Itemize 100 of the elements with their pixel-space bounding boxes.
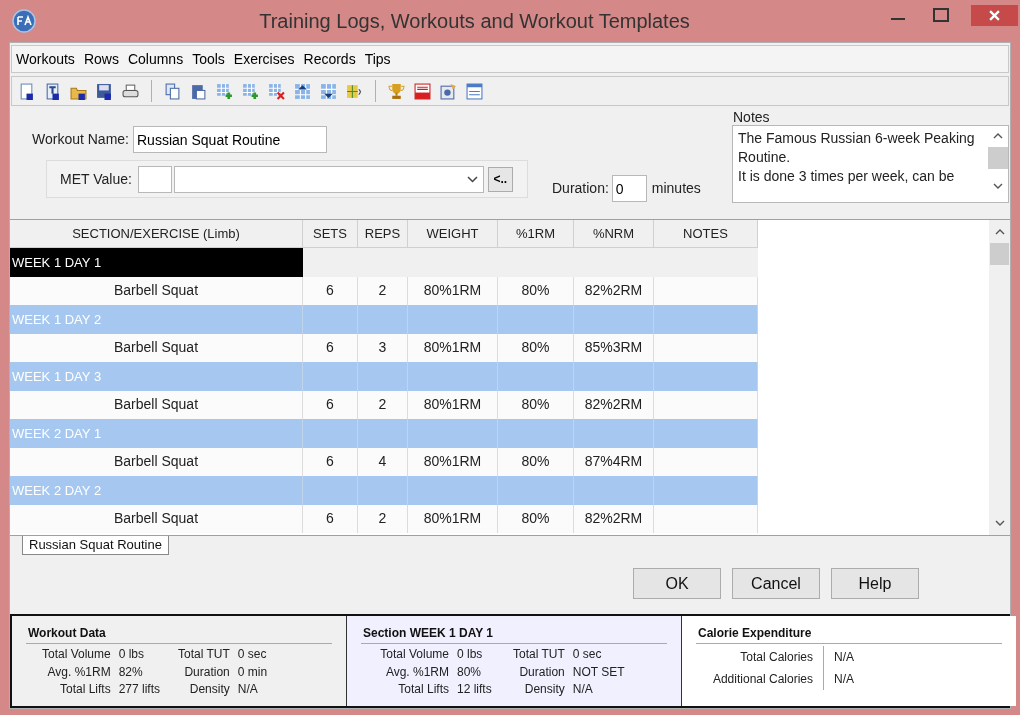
scroll-up-icon[interactable] [994,229,1005,235]
met-value-field[interactable] [137,165,172,193]
stat-label: Duration [183,663,230,681]
stat-value: 0 sec [572,646,603,663]
sheet-tab[interactable]: Russian Squat Routine [22,536,169,555]
panel-title: Workout Data [26,624,332,644]
settings-icon[interactable] [440,82,457,100]
stat-value: N/A [833,649,854,666]
notes-text: The Famous Russian 6-week Peaking Routine. [738,129,976,167]
dialog-button[interactable]: Help [831,568,919,599]
table-cell: 2 [358,504,408,533]
stat-label: Total Lifts [58,681,111,698]
table-cell: 85%3RM [574,333,654,362]
column-header[interactable]: %NRM [574,220,654,248]
stat-value: 82% [118,663,144,681]
stat-label: Density [188,681,230,698]
paste-icon[interactable] [190,82,207,100]
table-cell: 3 [358,333,408,362]
column-header[interactable]: %1RM [498,220,574,248]
dialog-button[interactable]: OK [633,568,721,599]
table-cell: 82%2RM [574,504,654,533]
stat-value: 277 lifts [118,681,162,698]
stat-value: 0 sec [237,646,268,663]
table-cell: 80% [498,447,574,476]
scroll-down-icon[interactable] [993,183,1003,189]
table-cell: 80%1RM [408,333,498,362]
table-cell: 6 [303,333,358,362]
table-cell: 6 [303,504,358,533]
met-picker-button[interactable]: <.. [487,166,513,192]
table-cell: 2 [358,390,408,419]
grid-delete-icon[interactable] [268,82,285,100]
stat-label: Duration [518,663,565,681]
close-button[interactable] [971,4,1018,26]
column-header[interactable]: SETS [303,220,358,248]
menu-item[interactable]: Rows [83,48,119,70]
new-document-icon[interactable] [18,82,35,100]
scrollbar[interactable] [989,220,1010,535]
section-row-cell[interactable]: WEEK 1 DAY 1 [10,248,303,277]
table-cell: 80%1RM [408,276,498,305]
app-logo-icon [12,9,36,33]
field-label: MET Value: [60,169,132,189]
grid-up-icon[interactable] [294,82,311,100]
menu-item[interactable]: Workouts [16,48,75,70]
copy-icon[interactable] [164,82,181,100]
stat-label: Total Volume [40,646,111,663]
stat-value: 0 lbs [118,646,146,663]
panel-title: Section WEEK 1 DAY 1 [361,624,667,644]
menu-item[interactable]: Exercises [233,48,295,70]
stat-label: Total Lifts [397,681,449,698]
notes-text: It is done 3 times per week, can be [738,167,956,186]
table-cell: 4 [358,447,408,476]
scroll-down-icon[interactable] [994,520,1005,526]
grid-add-icon[interactable] [242,82,259,100]
workout-name-field[interactable]: Russian Squat Routine [133,126,327,153]
table-cell: 87%4RM [574,447,654,476]
panel-title: Calorie Expenditure [696,624,1002,644]
stat-value: N/A [237,681,259,698]
stat-label: Total TUT [513,646,565,663]
duration-field[interactable]: 0 [611,175,647,202]
field-label: Workout Name: [32,130,129,149]
table-cell: 80% [498,504,574,533]
grid-add-icon[interactable] [216,82,233,100]
stat-label: Total Volume [379,646,449,663]
dialog-button[interactable]: Cancel [732,568,820,599]
stat-value: 80% [457,663,483,681]
table-cell: 6 [303,390,358,419]
column-header[interactable]: NOTES [654,220,758,248]
stat-value: 0 lbs [457,646,484,663]
table-cell: 80%1RM [408,390,498,419]
menu-item[interactable]: Columns [127,48,184,70]
notes-field[interactable]: The Famous Russian 6-week Peaking Routine. It is done 3 times per week, can be [732,125,1009,203]
scroll-thumb[interactable] [988,147,1008,169]
scroll-up-icon[interactable] [993,133,1003,139]
menu-item[interactable]: Tools [192,48,225,70]
stat-label: Total Calories [698,646,824,668]
print-icon[interactable] [122,82,139,100]
table-cell: Barbell Squat [10,447,303,476]
template-icon[interactable] [44,82,61,100]
close-icon [989,9,1000,21]
stat-value: 12 lifts [457,681,493,698]
column-header[interactable]: REPS [358,220,408,248]
column-header[interactable]: SECTION/EXERCISE (Limb) [10,220,303,248]
table-cell: Barbell Squat [10,333,303,362]
table-cell: Barbell Squat [10,390,303,419]
stat-label: Avg. %1RM [384,663,449,681]
stat-label: Additional Calories [698,668,824,690]
table-cell: 82%2RM [574,390,654,419]
grid-down-icon[interactable] [320,82,337,100]
table-cell: 80%1RM [408,504,498,533]
maximize-icon[interactable] [933,8,949,22]
scroll-thumb[interactable] [990,243,1009,265]
menu-item[interactable]: Tips [364,48,391,70]
table-cell: Barbell Squat [10,276,303,305]
grid-swap-icon[interactable] [346,82,363,100]
stat-label: Density [523,681,565,698]
menu-item[interactable]: Records [303,48,356,70]
save-icon[interactable] [96,82,113,100]
column-header[interactable]: WEIGHT [408,220,498,248]
stat-value: 0 min [237,663,268,681]
trophy-icon[interactable] [388,82,405,100]
